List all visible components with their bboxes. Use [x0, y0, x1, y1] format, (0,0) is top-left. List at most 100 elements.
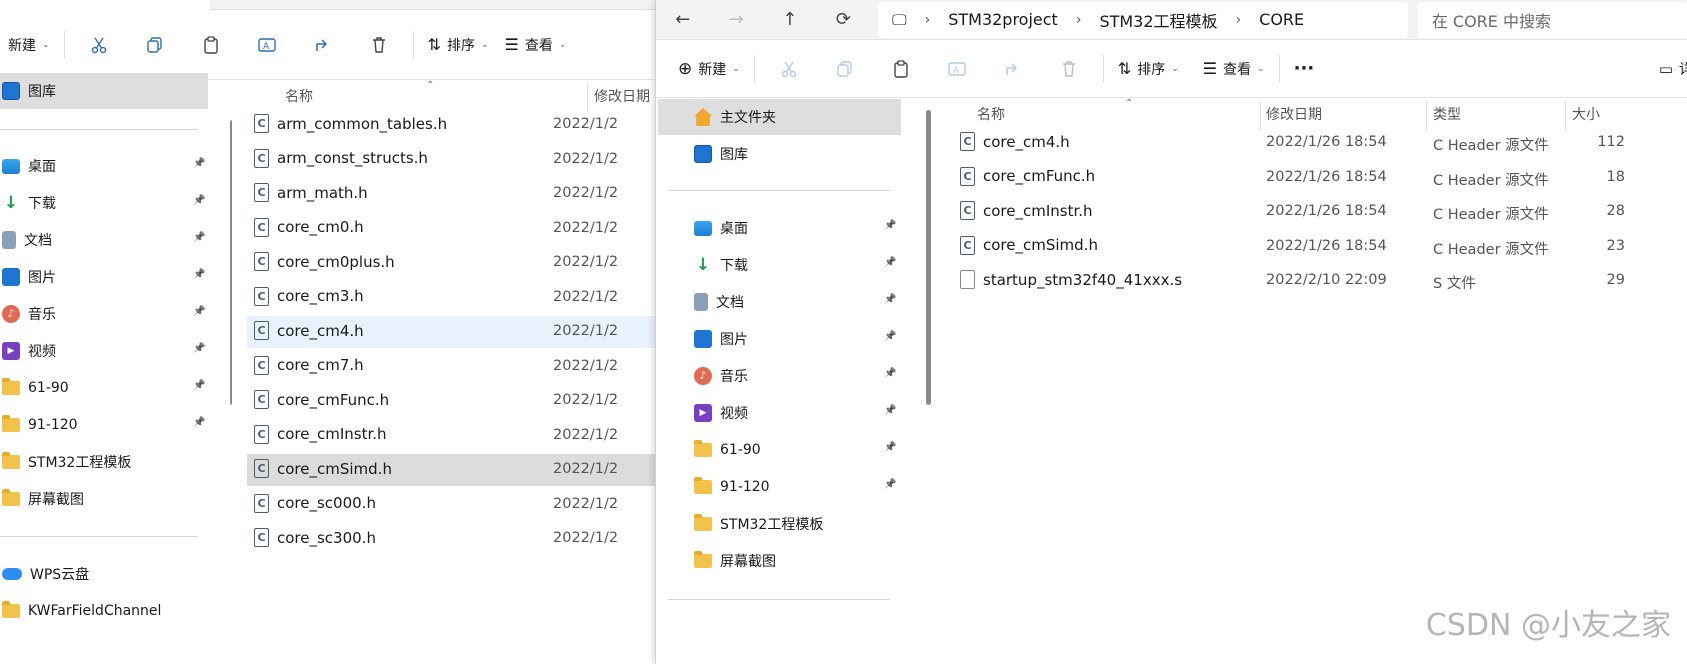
- pin-icon[interactable]: 📌: [884, 368, 896, 379]
- nav-item[interactable]: STM32工程模板: [658, 506, 901, 542]
- file-name[interactable]: Ccore_cmSimd.h: [960, 235, 1098, 255]
- cut-button[interactable]: [761, 51, 817, 87]
- details-pane-button[interactable]: ▭ 详: [1651, 51, 1687, 87]
- delete-button[interactable]: [351, 27, 407, 63]
- copy-button[interactable]: [817, 51, 873, 87]
- file-name[interactable]: Ccore_cm4.h: [960, 132, 1070, 151]
- copy-button[interactable]: [127, 27, 183, 63]
- column-divider[interactable]: [1565, 102, 1566, 130]
- pin-icon[interactable]: 📌: [193, 417, 205, 428]
- breadcrumb-item[interactable]: STM32工程模板: [1099, 8, 1217, 32]
- file-name[interactable]: Carm_common_tables.h: [254, 114, 447, 133]
- pin-icon[interactable]: 📌: [884, 479, 896, 490]
- nav-item[interactable]: ♪ 音乐: [658, 358, 901, 394]
- sort-button[interactable]: ⇅ 排序 ⌄: [420, 27, 497, 63]
- breadcrumb-item[interactable]: STM32project: [948, 10, 1058, 29]
- file-name[interactable]: Ccore_cmInstr.h: [960, 201, 1093, 220]
- file-name[interactable]: Ccore_sc300.h: [254, 528, 376, 547]
- pin-icon[interactable]: 📌: [193, 269, 205, 280]
- cut-button[interactable]: [71, 27, 127, 63]
- refresh-button[interactable]: ⟳: [817, 9, 871, 30]
- nav-item[interactable]: 主文件夹: [658, 99, 901, 135]
- file-size: 28: [1606, 203, 1625, 219]
- nav-item[interactable]: 屏幕截图: [658, 543, 901, 579]
- pin-icon[interactable]: 📌: [193, 380, 205, 391]
- pin-icon[interactable]: 📌: [193, 306, 205, 317]
- column-header-type[interactable]: 类型: [1433, 98, 1461, 130]
- nav-item[interactable]: 桌面: [0, 148, 208, 184]
- column-divider[interactable]: [1426, 102, 1427, 130]
- nav-item[interactable]: 文档: [0, 222, 208, 258]
- nav-item[interactable]: 图片: [0, 259, 208, 295]
- nav-item[interactable]: 文档: [658, 284, 901, 320]
- file-name[interactable]: Ccore_cm3.h: [254, 286, 364, 306]
- file-name[interactable]: Ccore_cm4.h: [254, 321, 364, 340]
- column-header-modified[interactable]: 修改日期: [1266, 98, 1322, 130]
- nav-item[interactable]: 91-120: [658, 469, 901, 505]
- pin-icon[interactable]: 📌: [193, 158, 205, 169]
- file-name[interactable]: startup_stm32f40_41xxx.s: [960, 270, 1182, 289]
- pin-icon[interactable]: 📌: [884, 257, 896, 268]
- nav-item[interactable]: WPS云盘: [0, 556, 208, 592]
- nav-item[interactable]: STM32工程模板: [0, 444, 208, 480]
- share-button[interactable]: [985, 51, 1041, 87]
- pin-icon[interactable]: 📌: [193, 195, 205, 206]
- new-button[interactable]: 新建 ⌄: [0, 27, 58, 63]
- view-button[interactable]: ☰ 查看 ⌄: [1195, 51, 1273, 87]
- file-name[interactable]: Ccore_cmFunc.h: [960, 166, 1095, 186]
- nav-item[interactable]: 图片: [658, 321, 901, 357]
- sort-button[interactable]: ⇅ 排序 ⌄: [1110, 51, 1187, 87]
- file-name[interactable]: Ccore_cmInstr.h: [254, 424, 387, 444]
- rename-button[interactable]: A: [239, 27, 295, 63]
- nav-item[interactable]: 61-90: [658, 432, 901, 468]
- pin-icon[interactable]: 📌: [884, 294, 896, 305]
- file-name[interactable]: Ccore_cm7.h: [254, 355, 364, 375]
- right-nav-scrollbar[interactable]: [926, 110, 931, 405]
- nav-item[interactable]: ↓ 下载: [658, 247, 901, 283]
- column-divider[interactable]: [587, 84, 588, 112]
- up-button[interactable]: ↑: [763, 9, 817, 30]
- pin-icon[interactable]: 📌: [193, 343, 205, 354]
- file-name[interactable]: Ccore_sc000.h: [254, 493, 376, 513]
- breadcrumb[interactable]: 🖵 › STM32project › STM32工程模板 › CORE: [878, 1, 1408, 38]
- column-header-name[interactable]: 名称: [285, 80, 313, 112]
- pin-icon[interactable]: 📌: [884, 220, 896, 231]
- view-button[interactable]: ☰ 查看 ⌄: [497, 27, 575, 63]
- file-name[interactable]: Ccore_cm0plus.h: [254, 252, 395, 271]
- nav-item[interactable]: 图库: [658, 136, 901, 172]
- nav-item[interactable]: 91-120: [0, 407, 208, 443]
- paste-button[interactable]: [183, 27, 239, 63]
- column-header-name[interactable]: 名称: [977, 98, 1005, 130]
- nav-item[interactable]: KWFarFieldChannel: [0, 593, 208, 629]
- column-header-size[interactable]: 大小: [1572, 98, 1600, 130]
- new-button[interactable]: ⊕ 新建 ⌄: [670, 51, 748, 87]
- file-name[interactable]: Carm_const_structs.h: [254, 148, 428, 168]
- nav-item[interactable]: ▶ 视频: [658, 395, 901, 431]
- nav-item[interactable]: 桌面: [658, 210, 901, 246]
- nav-item[interactable]: 图库: [0, 73, 208, 109]
- pin-icon[interactable]: 📌: [193, 232, 205, 243]
- more-options-button[interactable]: ···: [1286, 51, 1323, 87]
- rename-button[interactable]: A: [929, 51, 985, 87]
- pin-icon[interactable]: 📌: [884, 442, 896, 453]
- file-name[interactable]: Ccore_cm0.h: [254, 217, 364, 237]
- search-input[interactable]: 在 CORE 中搜索: [1417, 1, 1687, 38]
- nav-item[interactable]: 61-90: [0, 370, 208, 406]
- nav-item[interactable]: 屏幕截图: [0, 481, 208, 517]
- nav-item[interactable]: ♪ 音乐: [0, 296, 208, 332]
- column-header-modified[interactable]: 修改日期: [594, 80, 650, 112]
- file-name[interactable]: Ccore_cmSimd.h: [254, 459, 392, 478]
- share-button[interactable]: [295, 27, 351, 63]
- back-button[interactable]: ←: [656, 9, 710, 30]
- pin-icon[interactable]: 📌: [884, 331, 896, 342]
- pin-icon[interactable]: 📌: [884, 405, 896, 416]
- nav-item[interactable]: ▶ 视频: [0, 333, 208, 369]
- file-name[interactable]: Ccore_cmFunc.h: [254, 390, 389, 409]
- file-name[interactable]: Carm_math.h: [254, 183, 368, 202]
- forward-button[interactable]: →: [710, 9, 764, 30]
- nav-item[interactable]: ↓ 下载: [0, 185, 208, 221]
- paste-button[interactable]: [873, 51, 929, 87]
- breadcrumb-item[interactable]: CORE: [1259, 10, 1304, 29]
- column-divider[interactable]: [1260, 102, 1261, 130]
- delete-button[interactable]: [1041, 51, 1097, 87]
